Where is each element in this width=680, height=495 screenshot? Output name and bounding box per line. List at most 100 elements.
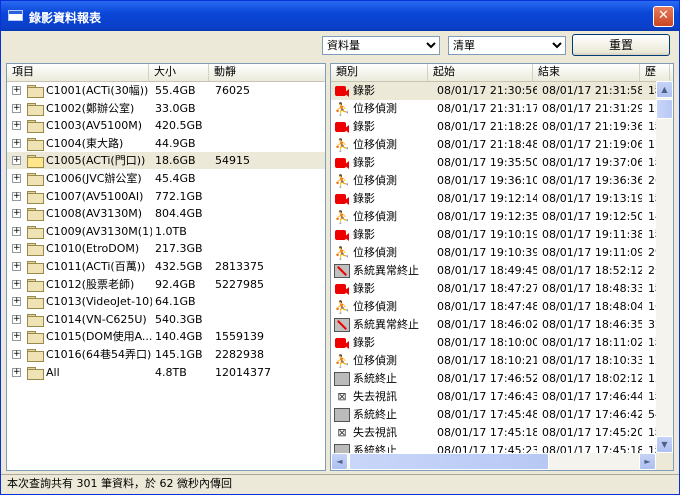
close-button[interactable]: ✕: [653, 6, 674, 27]
list-row[interactable]: 錄影08/01/17 18:47:2708/01/17 18:48:331秒: [331, 280, 666, 298]
window-title: 錄影資料報表: [29, 11, 102, 25]
event-start: 08/01/17 17:45:48: [437, 408, 537, 421]
expand-icon[interactable]: +: [12, 121, 21, 131]
expand-icon[interactable]: +: [12, 332, 21, 342]
event-start: 08/01/17 18:46:02: [437, 318, 537, 331]
tree-item-motion: [215, 170, 295, 187]
header-size[interactable]: 大小: [149, 64, 209, 81]
tree-row[interactable]: + C1010(EtroDOM) 217.3GB: [7, 240, 325, 257]
header-motion[interactable]: 動靜: [209, 64, 325, 81]
stat-select[interactable]: 資料量: [322, 36, 440, 55]
list-row[interactable]: 系統異常終止 08/01/17 18:46:02 08/01/17 18:46:35…: [331, 316, 666, 334]
expand-icon[interactable]: +: [12, 297, 21, 307]
expand-icon[interactable]: +: [12, 138, 21, 148]
camera-icon: [335, 338, 349, 349]
tree-item-motion: [215, 188, 295, 205]
header-type[interactable]: 類別: [331, 64, 428, 81]
list-row[interactable]: 錄影08/01/17 19:35:5008/01/17 19:37:061秒: [331, 154, 666, 172]
tree-row[interactable]: + C1009(AV3130M(1)) 1.0TB: [7, 223, 325, 240]
expand-icon[interactable]: +: [12, 209, 21, 219]
event-type: 系統異常終止: [353, 318, 419, 331]
tree-row[interactable]: + C1007(AV5100AI) 772.1GB: [7, 188, 325, 205]
header-item[interactable]: 項目: [7, 64, 149, 81]
tree-item-size: 45.4GB: [155, 172, 196, 185]
tree-item-size: 55.4GB: [155, 84, 196, 97]
scroll-left-button[interactable]: ◄: [331, 453, 348, 470]
expand-icon[interactable]: +: [12, 350, 21, 359]
expand-icon[interactable]: +: [12, 262, 21, 271]
list-row[interactable]: 錄影08/01/17 19:12:1408/01/17 19:13:191秒: [331, 190, 666, 208]
expand-icon[interactable]: +: [12, 174, 21, 183]
tree-row[interactable]: + C1001(ACTi(30幅)) 55.4GB 76025: [7, 82, 325, 99]
tree-row[interactable]: + C1013(VideoJet-10) 64.1GB: [7, 293, 325, 310]
list-row[interactable]: ⛹ 位移偵測 08/01/17 21:31:17 08/01/17 21:31:29 1…: [331, 100, 666, 118]
horizontal-scroll-thumb[interactable]: [349, 453, 549, 470]
tree-item-size: 804.4GB: [155, 207, 203, 221]
list-row[interactable]: 系統終止 08/01/17 17:45:48 08/01/17 17:46:42 54: [331, 406, 666, 424]
list-row[interactable]: 系統異常終止 08/01/17 18:49:45 08/01/17 18:52:12…: [331, 262, 666, 280]
tree-row[interactable]: + C1004(東大路) 44.9GB: [7, 135, 325, 152]
list-row[interactable]: ⛹ 位移偵測 08/01/17 19:10:39 08/01/17 19:11:09 2…: [331, 244, 666, 262]
event-end: 08/01/17 18:52:12: [542, 264, 642, 277]
scroll-down-button[interactable]: ▼: [656, 436, 673, 453]
list-row[interactable]: ⊠ 失去視訊 08/01/17 17:46:43 08/01/17 17:46:44 1…: [331, 388, 666, 406]
camera-icon: [335, 122, 349, 133]
tree-row[interactable]: + C1012(股票老師) 92.4GB 5227985: [7, 276, 325, 293]
list-row[interactable]: ⛹ 位移偵測 08/01/17 18:47:48 08/01/17 18:48:04 1…: [331, 298, 666, 316]
expand-icon[interactable]: +: [12, 367, 21, 377]
error-icon: [334, 318, 350, 332]
event-start: 08/01/17 18:47:27: [437, 282, 537, 295]
list-row[interactable]: 錄影08/01/17 21:30:5608/01/17 21:31:581秒: [331, 82, 666, 100]
expand-icon[interactable]: +: [12, 86, 21, 95]
scroll-right-button[interactable]: ►: [639, 453, 656, 470]
expand-icon[interactable]: +: [12, 226, 21, 236]
expand-icon[interactable]: +: [12, 103, 21, 113]
folder-icon: [27, 278, 44, 292]
list-row[interactable]: ⛹ 位移偵測 08/01/17 19:12:35 08/01/17 19:12:50 1…: [331, 208, 666, 226]
list-row[interactable]: ⛹ 位移偵測 08/01/17 18:10:21 08/01/17 18:10:33 1…: [331, 352, 666, 370]
expand-icon[interactable]: +: [12, 191, 21, 201]
tree-row[interactable]: + C1003(AV5100M) 420.5GB: [7, 117, 325, 134]
event-list[interactable]: 類別 起始 結束 歷 錄影 08/01/17 21:30:56 08/01/17 2…: [330, 63, 674, 471]
tree-row[interactable]: + C1015(DOM使用A... 140.4GB 1559139: [7, 328, 325, 345]
report-window: 錄影資料報表 ✕ 資料量 清單 重置 + All 4.8TB 12014377 + C10…: [0, 0, 680, 495]
tree-item-size: 145.1GB: [155, 348, 203, 361]
scroll-up-button[interactable]: ▲: [656, 81, 673, 98]
tree-row[interactable]: + C1014(VN-C625U) 540.3GB: [7, 311, 325, 328]
tree-item-size: 44.9GB: [155, 136, 196, 150]
tree-item-motion: [215, 117, 295, 134]
camera-tree[interactable]: + All 4.8TB 12014377 + C1016(64巷54弄口) 145.1GB 2…: [6, 63, 326, 471]
header-start[interactable]: 起始: [428, 64, 533, 81]
folder-icon: [27, 313, 44, 327]
header-duration[interactable]: 歷: [640, 64, 670, 81]
list-row[interactable]: ⛹ 位移偵測 08/01/17 21:18:48 08/01/17 21:19:06 1…: [331, 136, 666, 154]
list-row[interactable]: 錄影08/01/17 19:10:1908/01/17 19:11:381秒: [331, 226, 666, 244]
list-row[interactable]: 系統終止 08/01/17 17:46:52 08/01/17 18:02:12 15: [331, 370, 666, 388]
event-start: 08/01/17 18:47:48: [437, 300, 537, 313]
tree-row[interactable]: + All 4.8TB 12014377: [7, 364, 325, 381]
vertical-scrollbar[interactable]: ▲ ▼: [656, 81, 673, 453]
tree-row[interactable]: + C1005(ACTi(門口)) 18.6GB 54915: [7, 152, 325, 170]
list-row[interactable]: 錄影08/01/17 18:10:0008/01/17 18:11:021秒: [331, 334, 666, 352]
tree-row[interactable]: + C1002(鄭辦公室) 33.0GB: [7, 100, 325, 117]
title-bar[interactable]: 錄影資料報表 ✕: [1, 1, 679, 31]
expand-icon[interactable]: +: [12, 156, 21, 166]
header-end[interactable]: 結束: [533, 64, 640, 81]
tree-row[interactable]: + C1011(ACTi(百萬)) 432.5GB 2813375: [7, 258, 325, 275]
tree-row[interactable]: + C1008(AV3130M) 804.4GB: [7, 205, 325, 222]
reset-button[interactable]: 重置: [572, 34, 670, 56]
view-select[interactable]: 清單: [448, 36, 566, 55]
horizontal-scrollbar[interactable]: ◄ ►: [331, 453, 656, 470]
list-row[interactable]: ⛹ 位移偵測 08/01/17 19:36:10 08/01/17 19:36:36 2…: [331, 172, 666, 190]
event-end: 08/01/17 19:11:09: [542, 246, 642, 259]
folder-icon: [27, 225, 44, 239]
tree-row[interactable]: + C1016(64巷54弄口) 145.1GB 2282938: [7, 346, 325, 363]
list-row[interactable]: ⊠ 失去視訊 08/01/17 17:45:18 08/01/17 17:45:20 1…: [331, 424, 666, 442]
vertical-scroll-thumb[interactable]: [656, 99, 673, 119]
event-end: 08/01/17 18:10:33: [542, 354, 642, 367]
expand-icon[interactable]: +: [12, 279, 21, 289]
list-row[interactable]: 錄影08/01/17 21:18:2808/01/17 21:19:361秒: [331, 118, 666, 136]
expand-icon[interactable]: +: [12, 314, 21, 324]
tree-row[interactable]: + C1006(JVC辦公室) 45.4GB: [7, 170, 325, 187]
expand-icon[interactable]: +: [12, 244, 21, 254]
